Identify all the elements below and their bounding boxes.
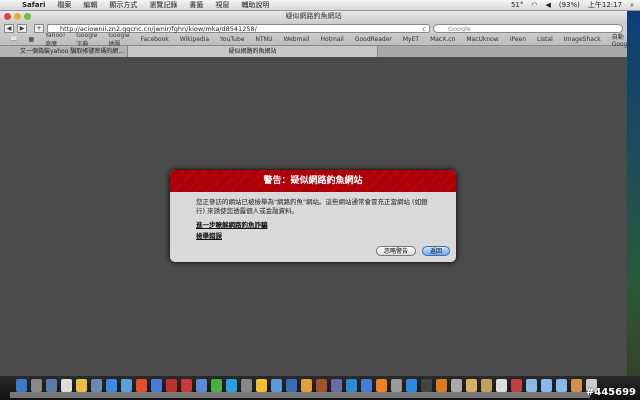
dock-app-icon[interactable] [481,379,492,392]
bookmark[interactable]: YouTube [220,36,244,43]
warning-message: 您正參訪的網站已被檢舉為"網路釣魚"網站。這些網站通常會冒充正當網站 (如銀行)… [196,198,428,215]
dock-app-icon[interactable] [226,379,237,392]
tab-phishing-warning[interactable]: 疑似網路釣魚網站 [128,46,378,57]
bookmark[interactable]: ImageShack [564,36,601,43]
dock-app-icon[interactable] [406,379,417,392]
menu-history[interactable]: 瀏覽記錄 [149,0,177,10]
dock-app-icon[interactable] [571,379,582,392]
report-error-link[interactable]: 檢舉錯誤 [196,232,430,241]
bookmark[interactable]: 自動Google [612,32,633,48]
wifi-icon[interactable]: ◠ [531,1,537,9]
go-back-button[interactable]: 返回 [422,246,450,256]
dock-app-icon[interactable] [121,379,132,392]
dock: #445699 [0,376,640,400]
dock-app-icon[interactable] [391,379,402,392]
zoom-button[interactable] [24,13,31,20]
menu-view[interactable]: 顯示方式 [109,0,137,10]
dock-app-icon[interactable] [16,379,27,392]
bookmark[interactable]: Wikipedia [180,36,209,43]
dock-app-icon[interactable] [331,379,342,392]
dock-app-icon[interactable] [436,379,447,392]
dock-app-icon[interactable] [496,379,507,392]
bookmark[interactable]: MacX.cn [430,36,455,43]
dock-app-icon[interactable] [541,379,552,392]
menu-help[interactable]: 輔助說明 [241,0,269,10]
dock-app-icon[interactable] [46,379,57,392]
dock-app-icon[interactable] [31,379,42,392]
spotlight-icon[interactable]: ⌕ [630,1,634,10]
menu-app-safari[interactable]: Safari [22,1,45,9]
dock-app-icon[interactable] [166,379,177,392]
watermark: #445699 [585,387,636,398]
back-nav-button[interactable]: ◀ [4,23,14,33]
phishing-warning-dialog: 警告：疑似網路釣魚網站 您正參訪的網站已被檢舉為"網路釣魚"網站。這些網站通常會… [170,170,456,262]
volume-icon[interactable]: ◀ [545,1,550,9]
dock-app-icon[interactable] [376,379,387,392]
address-bar[interactable]: http://aciownii.zn2.qqcnc.cn/jwnir/fghn/… [47,23,430,33]
bookmark[interactable]: Listal [537,36,553,43]
dock-app-icon[interactable] [421,379,432,392]
dock-app-icon[interactable] [76,379,87,392]
dock-app-icon[interactable] [511,379,522,392]
tab-bar: 又一個偽裝yahoo 騙取帳號密碼的網... 疑似網路釣魚網站 [0,46,627,57]
menu-file[interactable]: 檔案 [57,0,71,10]
bookmark[interactable]: iPeen [510,36,526,43]
temperature[interactable]: 51° [511,1,523,9]
ignore-warning-button[interactable]: 忽略警告 [376,246,416,256]
dock-app-icon[interactable] [286,379,297,392]
dock-app-icon[interactable] [316,379,327,392]
menu-bar: Safari 檔案 編輯 顯示方式 瀏覽記錄 書籤 視窗 輔助說明 51° ◠ … [0,0,640,11]
menu-bookmarks[interactable]: 書籤 [189,0,203,10]
dock-app-icon[interactable] [106,379,117,392]
toolbar: ◀ ▶ + http://aciownii.zn2.qqcnc.cn/jwnir… [0,22,627,34]
bookmark[interactable]: MyET [403,36,419,43]
dock-app-icon[interactable] [241,379,252,392]
forward-nav-button[interactable]: ▶ [17,23,27,33]
reload-icon[interactable]: c [422,25,426,33]
dock-app-icon[interactable] [196,379,207,392]
bookmark[interactable]: GoodReader [355,36,392,43]
dock-app-icon[interactable] [256,379,267,392]
dock-app-icon[interactable] [211,379,222,392]
bookmark[interactable]: NTNU [255,36,272,43]
dock-app-icon[interactable] [361,379,372,392]
title-bar: 疑似網路釣魚網站 [0,11,627,22]
battery-status[interactable]: (93%) [559,1,580,9]
url-text: http://aciownii.zn2.qqcnc.cn/jwnir/fghn/… [60,24,257,33]
clock[interactable]: 上午12:17 [588,0,622,10]
dock-app-icon[interactable] [61,379,72,392]
tab-yahoo-phishing[interactable]: 又一個偽裝yahoo 騙取帳號密碼的網... [0,46,128,57]
bookmarks-bar: 📖 ▦ Yahoo!奇摩 Google 字典 Google 地圖 Faceboo… [0,32,633,48]
window-title: 疑似網路釣魚網站 [285,12,342,20]
top-sites-icon[interactable]: ▦ [28,36,34,43]
close-button[interactable] [4,13,11,20]
dock-app-icon[interactable] [181,379,192,392]
add-bookmark-button[interactable]: + [34,23,44,33]
bookmark[interactable]: Hotmail [320,36,343,43]
dock-app-icon[interactable] [526,379,537,392]
dock-app-icon[interactable] [91,379,102,392]
menu-edit[interactable]: 編輯 [83,0,97,10]
dock-app-icon[interactable] [451,379,462,392]
safari-window: 疑似網路釣魚網站 ◀ ▶ + http://aciownii.zn2.qqcnc… [0,11,633,376]
dock-app-icon[interactable] [466,379,477,392]
bookmark[interactable]: Facebook [141,36,169,43]
bookmark[interactable]: Webmail [284,36,310,43]
dock-app-icon[interactable] [271,379,282,392]
menu-window[interactable]: 視窗 [215,0,229,10]
dock-app-icon[interactable] [556,379,567,392]
reading-list-icon[interactable]: 📖 [10,36,17,43]
dock-app-icon[interactable] [151,379,162,392]
bookmark[interactable]: MacUknow [466,36,498,43]
dock-app-icon[interactable] [301,379,312,392]
dock-icons [16,379,597,392]
dock-app-icon[interactable] [136,379,147,392]
learn-more-link[interactable]: 進一步瞭解網路釣魚詐騙 [196,221,430,230]
dialog-title: 警告：疑似網路釣魚網站 [170,170,456,192]
dock-shelf [10,392,590,398]
dock-app-icon[interactable] [346,379,357,392]
search-input[interactable]: Google [433,23,623,33]
minimize-button[interactable] [14,13,21,20]
